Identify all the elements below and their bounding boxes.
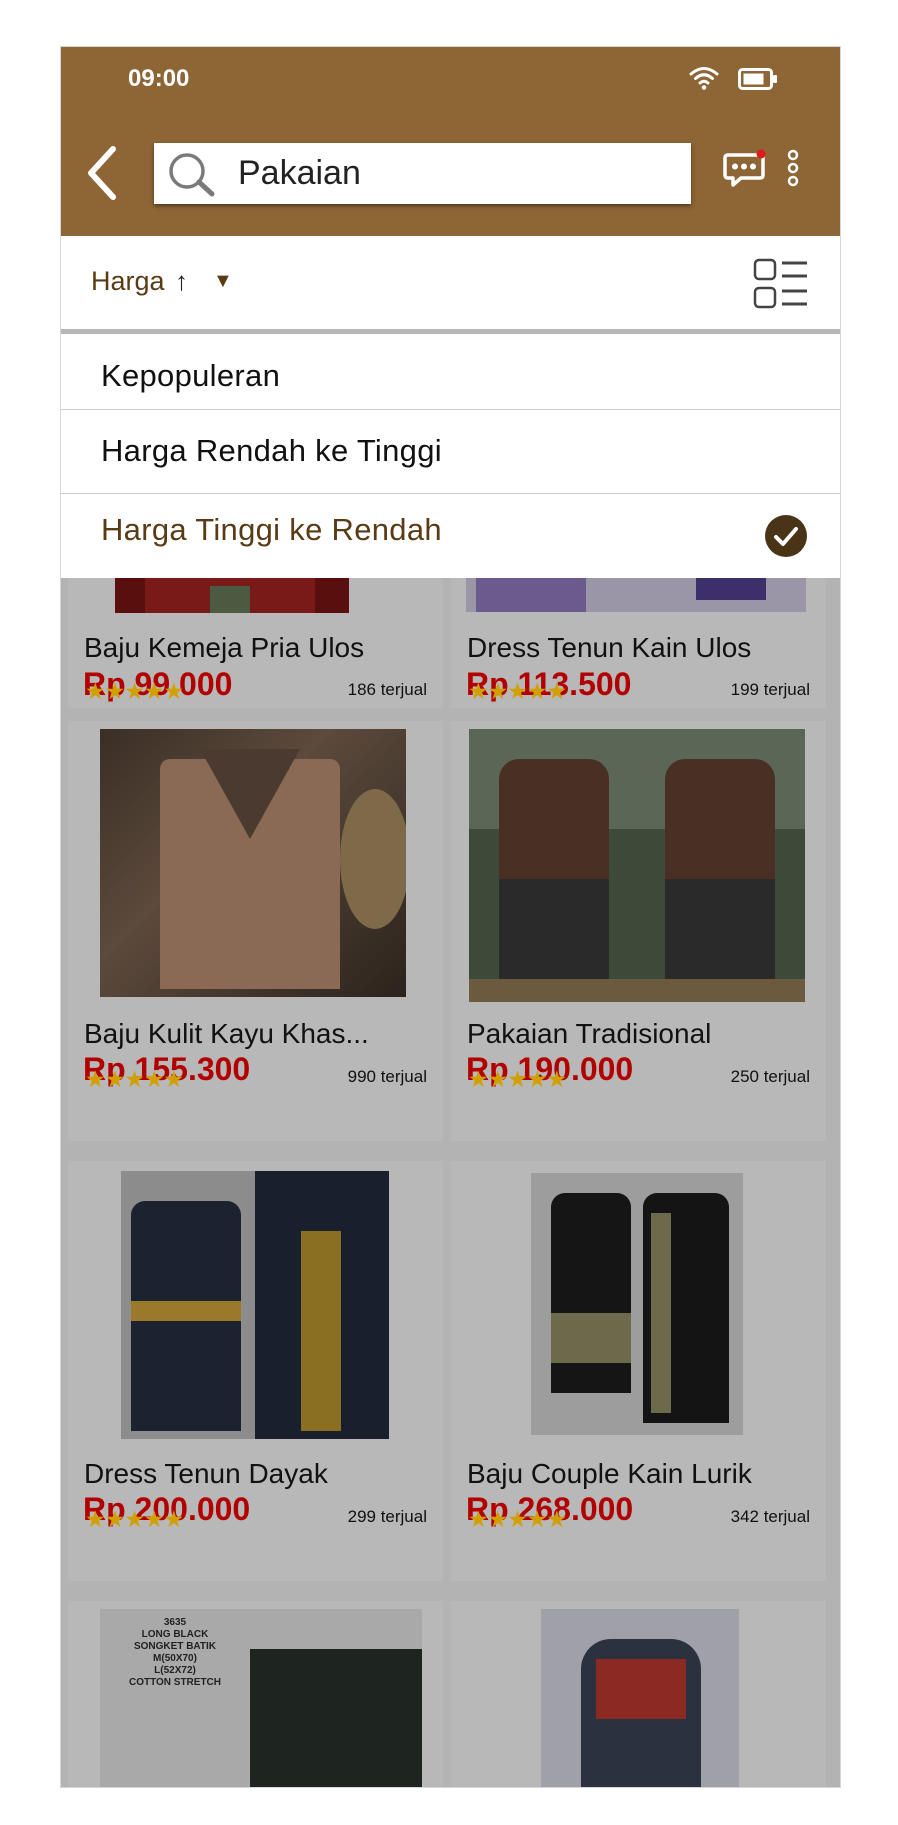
product-name: Dress Tenun Kain Ulos <box>467 632 752 663</box>
more-options-icon[interactable] <box>785 149 801 189</box>
rating-stars: ★★★★★ <box>468 1506 567 1532</box>
rating-stars: ★★★★★ <box>468 678 567 704</box>
product-name: Baju Couple Kain Lurik <box>467 1458 752 1489</box>
product-name: Pakaian Tradisional <box>467 1018 712 1049</box>
sold-count: 250 terjual <box>730 1067 810 1086</box>
back-arrow-icon[interactable] <box>83 143 119 203</box>
search-box[interactable] <box>154 143 691 204</box>
product-name: Baju Kulit Kayu Khas... <box>84 1018 369 1049</box>
wifi-icon <box>689 67 719 90</box>
rating-stars: ★★★★★ <box>468 1066 567 1092</box>
status-time: 09:00 <box>128 65 190 92</box>
product-image <box>121 1171 389 1439</box>
sort-direction-icon: ↑ <box>175 266 188 296</box>
sold-count: 990 terjual <box>347 1067 427 1086</box>
sort-option-label: Kepopuleran <box>101 358 281 393</box>
product-image <box>466 578 806 612</box>
product-image <box>115 578 349 613</box>
product-image <box>469 729 805 1002</box>
sort-option-price-high-low[interactable]: Harga Tinggi ke Rendah <box>61 494 840 578</box>
chat-icon[interactable] <box>723 149 767 189</box>
product-card[interactable]: Baju Kulit Kayu Khas... Rp 155.300 ★★★★★… <box>68 721 443 1141</box>
product-card[interactable]: Pakaian Tradisional Rp 190.000 ★★★★★ 250… <box>451 721 826 1141</box>
image-label-line: COTTON STRETCH <box>128 1677 222 1688</box>
sort-options-menu: Kepopuleran Harga Rendah ke Tinggi Harga… <box>61 334 840 578</box>
product-grid: Baju Kemeja Pria Ulos Rp 99.000 ★★★★★ 18… <box>61 578 840 1787</box>
rating-stars: ★★★★★ <box>85 1506 184 1532</box>
product-name: Dress Tenun Dayak <box>84 1458 328 1489</box>
product-card[interactable]: Dress Tenun Dayak Rp 200.000 ★★★★★ 299 t… <box>68 1161 443 1581</box>
search-input[interactable] <box>238 147 678 199</box>
search-icon <box>169 153 215 197</box>
battery-icon <box>738 68 777 90</box>
sort-dropdown-label[interactable]: Harga <box>91 266 165 297</box>
product-image <box>541 1609 739 1787</box>
sold-count: 186 terjual <box>347 680 427 699</box>
image-label-line: L(52X72) <box>154 1665 196 1676</box>
product-card[interactable]: Dress Tenun Kain Ulos Rp 113.500 ★★★★★ 1… <box>451 578 826 708</box>
product-card[interactable]: Baju Kemeja Pria Ulos Rp 99.000 ★★★★★ 18… <box>68 578 443 708</box>
image-label-line: SONGKET BATIK <box>133 1641 217 1652</box>
product-card[interactable]: Baju Couple Kain Lurik Rp 268.000 ★★★★★ … <box>451 1161 826 1581</box>
product-image: 3635 LONG BLACK SONGKET BATIK M(50X70) L… <box>100 1609 422 1787</box>
product-image <box>100 729 406 997</box>
sort-bar: Harga ↑ ▼ <box>61 236 840 334</box>
checkmark-icon <box>765 515 807 557</box>
sort-option-label: Harga Rendah ke Tinggi <box>101 433 442 468</box>
phone-screen: 09:00 Pakaian Harga ↑ ▼ Kepopuleran Harg… <box>60 46 841 1788</box>
image-label-line: 3635 <box>163 1617 187 1628</box>
sort-option-label: Harga Tinggi ke Rendah <box>101 512 442 547</box>
sold-count: 342 terjual <box>730 1507 810 1526</box>
rating-stars: ★★★★★ <box>85 678 184 704</box>
image-label-line: M(50X70) <box>153 1653 197 1664</box>
sort-option-price-low-high[interactable]: Harga Rendah ke Tinggi <box>61 410 840 494</box>
sold-count: 199 terjual <box>730 680 810 699</box>
sort-option-popularity[interactable]: Kepopuleran <box>61 334 840 410</box>
rating-stars: ★★★★★ <box>85 1066 184 1092</box>
app-header: 09:00 <box>61 47 840 236</box>
caret-down-icon[interactable]: ▼ <box>213 270 233 293</box>
image-label-line: LONG BLACK <box>141 1629 209 1640</box>
product-name: Baju Kemeja Pria Ulos <box>84 632 365 663</box>
product-card[interactable] <box>451 1601 826 1787</box>
list-view-icon[interactable] <box>753 258 809 310</box>
product-image <box>531 1173 743 1435</box>
sold-count: 299 terjual <box>347 1507 427 1526</box>
product-card[interactable]: 3635 LONG BLACK SONGKET BATIK M(50X70) L… <box>68 1601 443 1787</box>
